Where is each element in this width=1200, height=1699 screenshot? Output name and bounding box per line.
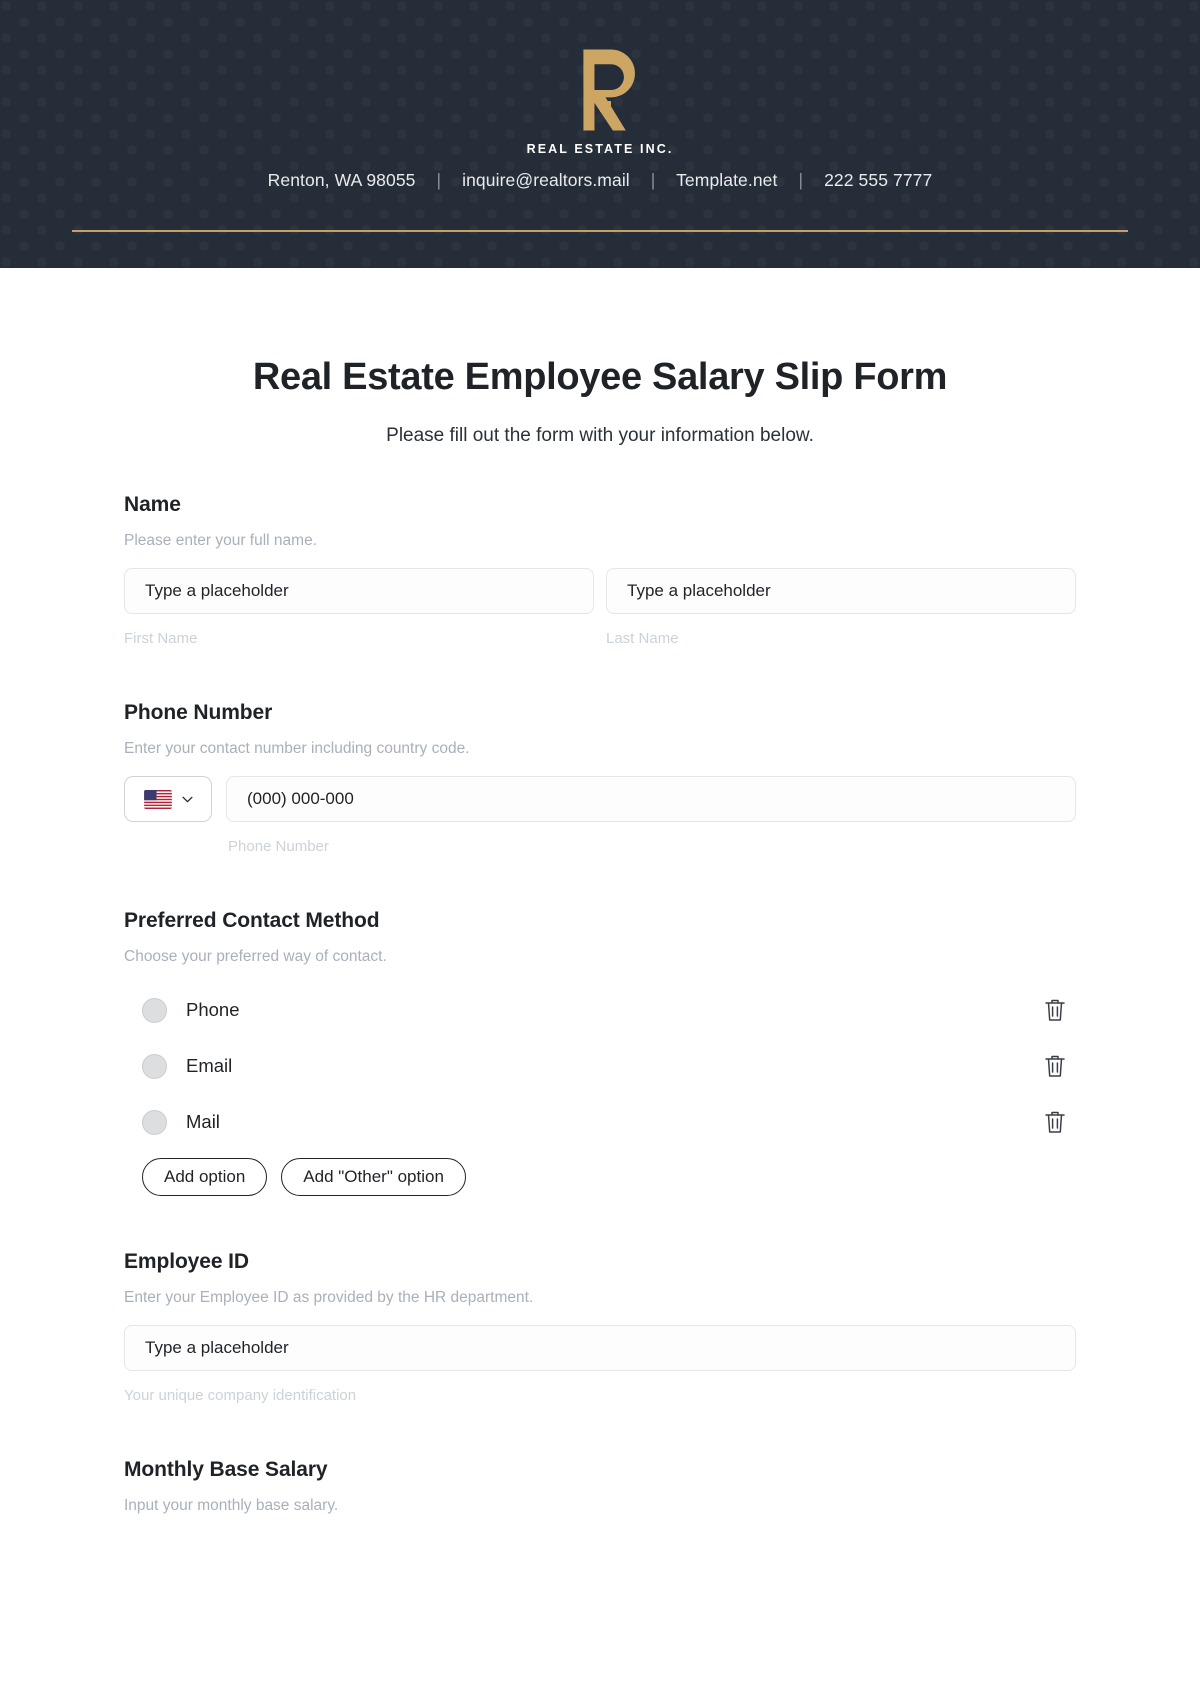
header-email[interactable]: inquire@realtors.mail — [462, 170, 630, 190]
header-separator-1: | — [436, 170, 442, 190]
us-flag-icon — [143, 789, 172, 809]
salary-help-text: Input your monthly base salary. — [124, 1497, 339, 1514]
phone-help-text: Enter your contact number including coun… — [124, 740, 470, 757]
name-input-row: Type a placeholder First Name Type a pla… — [124, 568, 1076, 647]
employee-id-sublabel: Your unique company identification — [124, 1387, 357, 1404]
phone-number-input[interactable]: (000) 000-000 — [226, 776, 1076, 822]
first-name-sublabel: First Name — [124, 630, 198, 647]
header-gold-divider — [72, 230, 1128, 232]
country-code-select[interactable] — [124, 776, 212, 822]
phone-label: Phone Number — [124, 701, 273, 724]
first-name-input[interactable]: Type a placeholder — [124, 568, 594, 614]
phone-input-row: (000) 000-000 — [124, 776, 1076, 822]
option-row[interactable]: Email — [124, 1044, 1076, 1088]
delete-option-mail-icon[interactable] — [1042, 1108, 1068, 1136]
chevron-down-icon — [181, 796, 193, 803]
option-label: Phone — [186, 999, 240, 1020]
delete-option-phone-icon[interactable] — [1042, 996, 1068, 1024]
employee-id-input[interactable]: Type a placeholder — [124, 1325, 1076, 1371]
contact-method-label: Preferred Contact Method — [124, 909, 380, 932]
real-estate-r-logo-icon — [554, 44, 646, 136]
form-content: Real Estate Employee Salary Slip Form Pl… — [0, 356, 1200, 1575]
last-name-input[interactable]: Type a placeholder — [606, 568, 1076, 614]
header-separator-2: | — [650, 170, 656, 190]
field-phone-number: Phone Number Enter your contact number i… — [124, 701, 1076, 855]
radio-button-email[interactable] — [142, 1053, 167, 1079]
contact-method-options: Phone Email Mail Add option Add "Other" … — [124, 988, 1076, 1196]
salary-label: Monthly Base Salary — [124, 1458, 328, 1481]
field-employee-id: Employee ID Enter your Employee ID as pr… — [124, 1250, 1076, 1404]
contact-method-help-text: Choose your preferred way of contact. — [124, 948, 387, 965]
name-label: Name — [124, 493, 181, 516]
page-subtitle: Please fill out the form with your infor… — [386, 425, 814, 446]
employee-id-input-row: Type a placeholder Your unique company i… — [124, 1325, 1076, 1404]
employee-id-label: Employee ID — [124, 1250, 249, 1273]
add-option-button[interactable]: Add option — [142, 1158, 268, 1196]
page-root: REAL ESTATE INC. Renton, WA 98055 | inqu… — [0, 0, 1200, 1699]
option-label: Mail — [186, 1111, 220, 1132]
option-row[interactable]: Phone — [124, 988, 1076, 1032]
header-website[interactable]: Template.net — [676, 170, 777, 190]
radio-button-phone[interactable] — [142, 997, 167, 1023]
add-option-buttons: Add option Add "Other" option — [124, 1158, 1076, 1196]
field-monthly-base-salary: Monthly Base Salary Input your monthly b… — [124, 1458, 1076, 1515]
employee-id-column: Type a placeholder Your unique company i… — [124, 1325, 1076, 1404]
delete-option-email-icon[interactable] — [1042, 1052, 1068, 1080]
brand-name: REAL ESTATE INC. — [526, 142, 674, 156]
header-address: Renton, WA 98055 — [267, 170, 416, 190]
bottom-spacer — [124, 1515, 1076, 1575]
add-other-option-button[interactable]: Add "Other" option — [281, 1158, 466, 1196]
employee-id-help-text: Enter your Employee ID as provided by th… — [124, 1289, 534, 1306]
radio-button-mail[interactable] — [142, 1109, 167, 1135]
option-label: Email — [186, 1055, 233, 1076]
phone-sublabel: Phone Number — [228, 838, 329, 855]
header-contact-bar: Renton, WA 98055 | inquire@realtors.mail… — [0, 170, 1200, 191]
option-row[interactable]: Mail — [124, 1100, 1076, 1144]
page-header: REAL ESTATE INC. Renton, WA 98055 | inqu… — [0, 0, 1200, 268]
first-name-column: Type a placeholder First Name — [124, 568, 594, 647]
last-name-sublabel: Last Name — [606, 630, 679, 647]
name-help-text: Please enter your full name. — [124, 532, 317, 549]
header-separator-3: | — [798, 170, 804, 190]
page-title: Real Estate Employee Salary Slip Form — [252, 356, 948, 398]
field-name: Name Please enter your full name. Type a… — [124, 493, 1076, 647]
field-preferred-contact-method: Preferred Contact Method Choose your pre… — [124, 909, 1076, 1196]
brand-logo: REAL ESTATE INC. — [0, 44, 1200, 156]
header-phone: 222 555 7777 — [824, 170, 933, 190]
last-name-column: Type a placeholder Last Name — [606, 568, 1076, 647]
